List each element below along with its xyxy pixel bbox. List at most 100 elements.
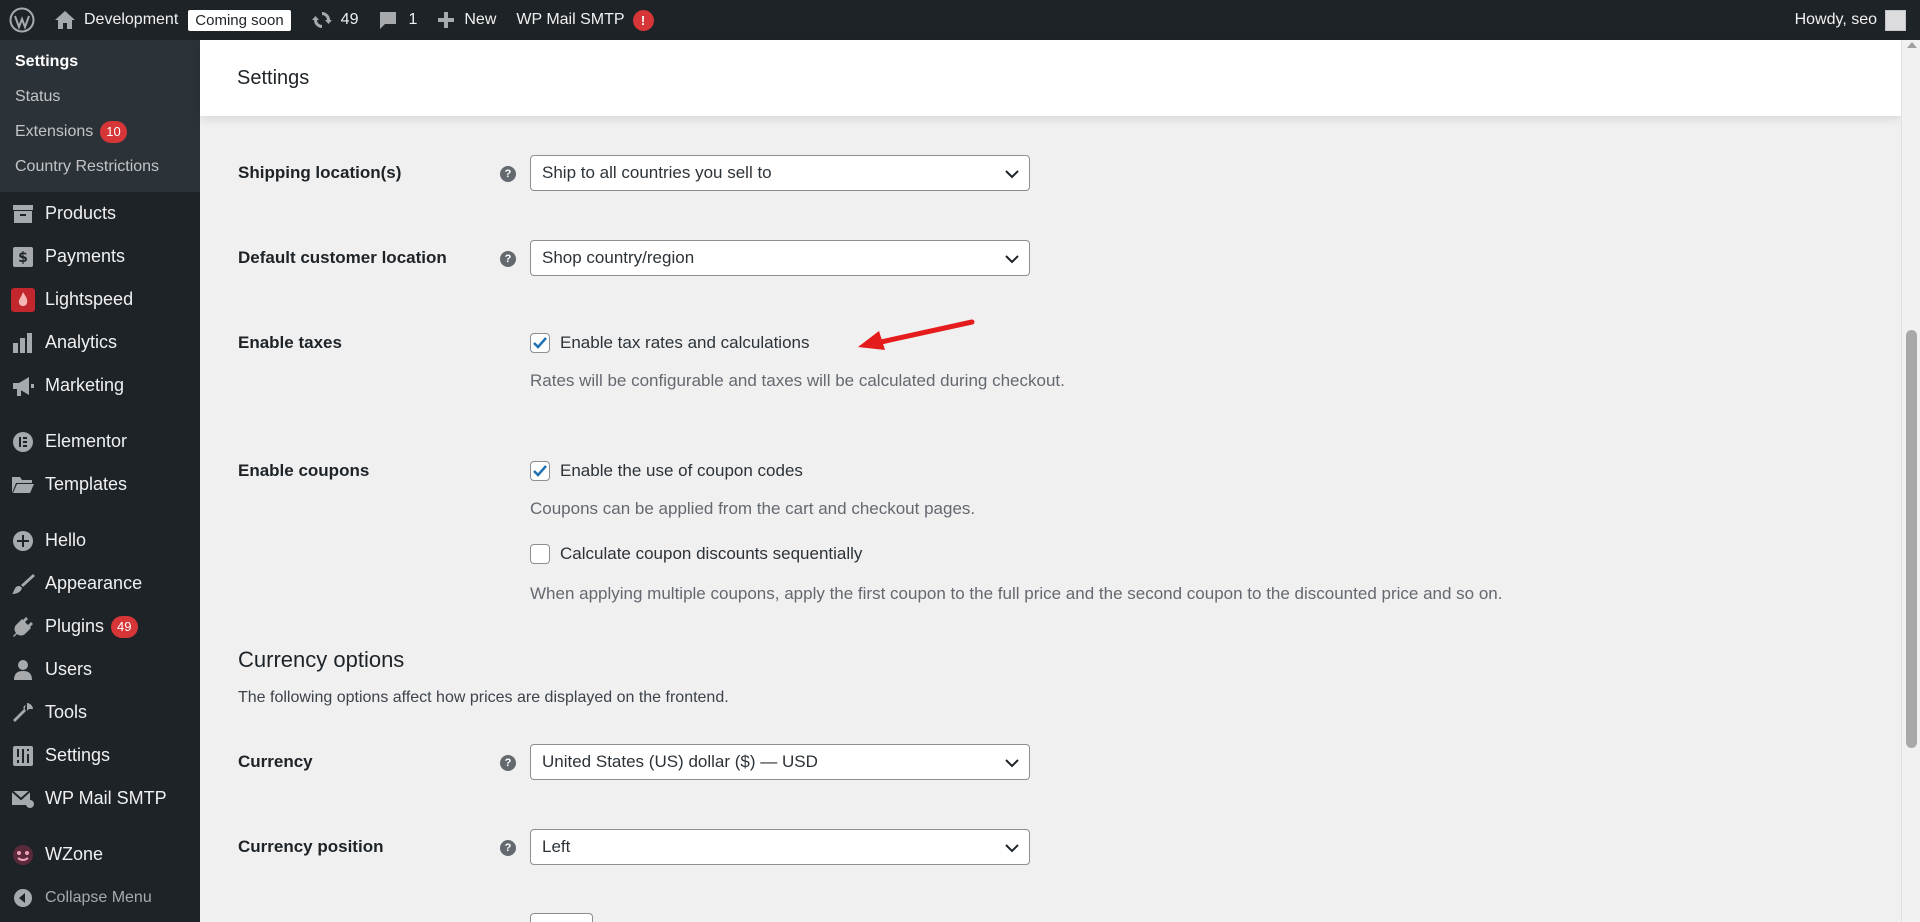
help-tip-icon[interactable]: ? xyxy=(500,251,516,267)
default-location-select[interactable]: Shop country/region xyxy=(530,240,1030,276)
chevron-down-icon xyxy=(1005,251,1019,271)
submenu-item-country-restrictions[interactable]: Country Restrictions xyxy=(0,149,200,184)
submenu-label: Country Restrictions xyxy=(15,157,160,175)
plug-icon xyxy=(10,614,35,639)
menu-label: Analytics xyxy=(45,332,118,352)
currency-select[interactable]: United States (US) dollar ($) — USD xyxy=(530,744,1030,780)
currency-options-description: The following options affect how prices … xyxy=(238,689,729,706)
sliders-icon xyxy=(10,743,35,768)
dollar-icon: $ xyxy=(10,244,35,269)
currency-label: Currency xyxy=(238,752,313,771)
collapse-menu-button[interactable]: Collapse Menu xyxy=(0,876,200,919)
submenu-label: Status xyxy=(15,87,61,105)
menu-item-tools[interactable]: Tools xyxy=(0,691,200,734)
menu-label: Collapse Menu xyxy=(45,888,152,906)
site-name-link[interactable]: Development Coming soon xyxy=(44,0,301,40)
alert-badge: ! xyxy=(632,9,654,31)
bar-chart-icon xyxy=(10,330,35,355)
enable-taxes-label: Enable taxes xyxy=(238,333,342,352)
menu-item-plugins[interactable]: Plugins 49 xyxy=(0,605,200,648)
thousand-separator-input[interactable] xyxy=(530,913,593,922)
enable-coupons-description: Coupons can be applied from the cart and… xyxy=(530,499,976,518)
chevron-down-icon xyxy=(1005,755,1019,775)
currency-options-heading: Currency options xyxy=(238,647,405,672)
menu-label: Hello xyxy=(45,530,87,550)
menu-item-wzone[interactable]: WZone xyxy=(0,833,200,876)
menu-item-analytics[interactable]: Analytics xyxy=(0,321,200,364)
menu-label: Marketing xyxy=(45,375,125,395)
updates-link[interactable]: 49 xyxy=(301,0,369,40)
help-tip-icon[interactable]: ? xyxy=(500,755,516,771)
folder-icon xyxy=(10,472,35,497)
plus-icon xyxy=(437,11,455,29)
avatar xyxy=(1885,9,1906,31)
comment-icon xyxy=(378,10,398,30)
menu-label: WP Mail SMTP xyxy=(45,788,167,808)
help-tip-icon[interactable]: ? xyxy=(500,840,516,856)
my-account-link[interactable]: Howdy, seo xyxy=(1795,0,1906,40)
select-value: Left xyxy=(542,837,571,856)
home-icon xyxy=(54,10,76,30)
new-content-link[interactable]: New xyxy=(427,0,506,40)
menu-label: Tools xyxy=(45,702,88,722)
menu-item-settings[interactable]: Settings xyxy=(0,734,200,777)
select-value: Ship to all countries you sell to xyxy=(542,163,772,182)
menu-item-templates[interactable]: Templates xyxy=(0,463,200,506)
menu-label: WZone xyxy=(45,844,104,864)
menu-item-lightspeed[interactable]: Lightspeed xyxy=(0,278,200,321)
archive-icon xyxy=(10,201,35,226)
wp-mail-smtp-link[interactable]: WP Mail SMTP ! xyxy=(506,0,663,40)
checkbox-label: Calculate coupon discounts sequentially xyxy=(560,544,863,563)
sequential-coupons-checkbox[interactable] xyxy=(530,544,550,564)
default-location-label: Default customer location xyxy=(238,248,447,267)
menu-item-elementor[interactable]: Elementor xyxy=(0,420,200,463)
enable-coupons-checkbox[interactable] xyxy=(530,461,550,481)
enable-coupons-row: Enable the use of coupon codes xyxy=(530,461,803,481)
submenu-label: Settings xyxy=(15,52,79,70)
menu-separator xyxy=(0,506,200,519)
sequential-coupons-description: When applying multiple coupons, apply th… xyxy=(530,584,1503,603)
scroll-up-arrow-icon[interactable] xyxy=(1907,42,1917,48)
admin-sidebar: Settings Status Extensions 10 Country Res… xyxy=(0,40,200,922)
enable-taxes-checkbox[interactable] xyxy=(530,333,550,353)
currency-position-label: Currency position xyxy=(238,837,384,856)
shipping-location-select[interactable]: Ship to all countries you sell to xyxy=(530,155,1030,191)
menu-item-wp-mail-smtp[interactable]: WP Mail SMTP xyxy=(0,777,200,820)
new-label: New xyxy=(464,11,497,28)
page-header: Settings xyxy=(200,40,1901,116)
plus-circle-icon xyxy=(10,528,35,553)
extensions-count-badge: 10 xyxy=(100,120,127,143)
wordpress-logo-icon[interactable] xyxy=(0,0,44,40)
submenu-item-extensions[interactable]: Extensions 10 xyxy=(0,114,200,149)
shipping-location-label: Shipping location(s) xyxy=(238,163,402,182)
scroll-thumb[interactable] xyxy=(1906,330,1917,748)
paintbrush-icon xyxy=(10,571,35,596)
submenu-item-status[interactable]: Status xyxy=(0,79,200,114)
menu-item-users[interactable]: Users xyxy=(0,648,200,691)
comments-link[interactable]: 1 xyxy=(368,0,427,40)
megaphone-icon xyxy=(10,373,35,398)
menu-item-hello[interactable]: Hello xyxy=(0,519,200,562)
menu-label: Templates xyxy=(45,474,128,494)
menu-label: Elementor xyxy=(45,431,128,451)
refresh-icon xyxy=(311,9,333,31)
comments-count: 1 xyxy=(408,11,418,28)
wzone-icon xyxy=(10,842,35,867)
submenu-item-settings[interactable]: Settings xyxy=(0,44,200,79)
page-scrollbar[interactable] xyxy=(1901,40,1920,922)
currency-position-select[interactable]: Left xyxy=(530,829,1030,865)
lightspeed-flame-icon xyxy=(10,287,35,312)
enable-taxes-row: Enable tax rates and calculations xyxy=(530,333,810,353)
menu-item-marketing[interactable]: Marketing xyxy=(0,364,200,407)
submenu-label: Extensions xyxy=(15,122,94,140)
menu-item-payments[interactable]: $ Payments xyxy=(0,235,200,278)
menu-item-products[interactable]: Products xyxy=(0,192,200,235)
plugins-count-badge: 49 xyxy=(111,615,138,638)
checkbox-label: Enable tax rates and calculations xyxy=(560,333,810,352)
page-title: Settings xyxy=(237,66,310,89)
menu-item-appearance[interactable]: Appearance xyxy=(0,562,200,605)
menu-separator xyxy=(0,407,200,420)
coming-soon-badge[interactable]: Coming soon xyxy=(188,9,291,31)
chevron-down-icon xyxy=(1005,166,1019,186)
help-tip-icon[interactable]: ? xyxy=(500,166,516,182)
